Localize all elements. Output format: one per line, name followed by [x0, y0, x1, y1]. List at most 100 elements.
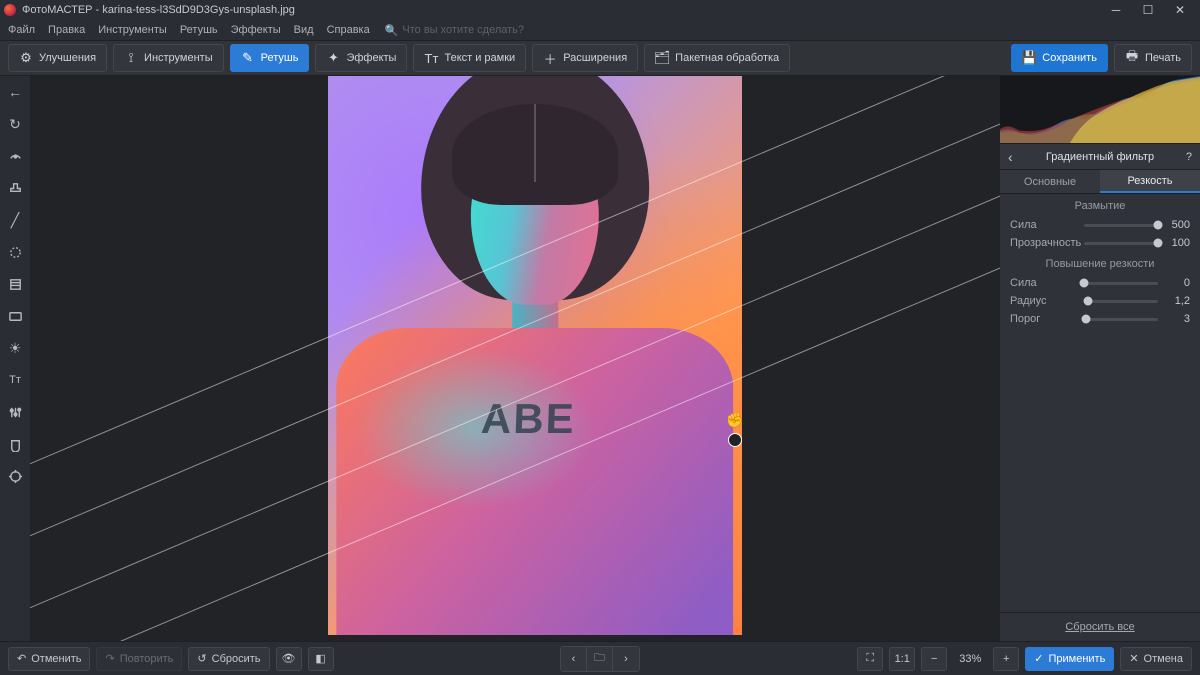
- undo-icon: ↶: [17, 652, 26, 665]
- text-icon: Tᴛ: [424, 51, 438, 65]
- gradient-handle[interactable]: [728, 433, 742, 447]
- close-button[interactable]: ✕: [1164, 0, 1196, 20]
- plus-icon: ＋: [543, 51, 557, 65]
- menu-effects[interactable]: Эффекты: [231, 24, 281, 36]
- redo-button[interactable]: ↷Повторить: [96, 647, 182, 671]
- panel-title: Градиентный фильтр: [1046, 151, 1154, 163]
- compare-button[interactable]: ◧: [308, 647, 334, 671]
- text-tool-icon[interactable]: Tᴛ: [5, 370, 25, 390]
- check-icon: ✓: [1034, 652, 1043, 665]
- save-button[interactable]: 💾Сохранить: [1011, 44, 1108, 72]
- folder-icon: 🗀: [594, 649, 605, 668]
- reset-all-link[interactable]: Сбросить все: [1000, 612, 1200, 641]
- reset-button[interactable]: ↺Сбросить: [188, 647, 269, 671]
- brush-icon: ✎: [241, 51, 255, 65]
- app-logo-icon: [4, 4, 16, 16]
- panel-header: ‹ Градиентный фильтр ?: [1000, 144, 1200, 170]
- menu-file[interactable]: Файл: [8, 24, 35, 36]
- slider-sharp-radius[interactable]: Радиус 1,2: [1000, 292, 1200, 310]
- tab-improve[interactable]: ⚙Улучшения: [8, 44, 107, 72]
- slider-sharp-threshold[interactable]: Порог 3: [1000, 310, 1200, 328]
- sparkle-icon: ✦: [326, 51, 340, 65]
- tab-tools[interactable]: ⟟Инструменты: [113, 44, 224, 72]
- menu-help[interactable]: Справка: [327, 24, 370, 36]
- histogram: [1000, 76, 1200, 144]
- section-blur-label: Размытие: [1000, 194, 1200, 216]
- menu-edit[interactable]: Правка: [48, 24, 85, 36]
- vignette-icon[interactable]: [5, 306, 25, 326]
- eye-icon: 👁: [282, 652, 296, 665]
- window-controls: ─ ☐ ✕: [1100, 0, 1196, 20]
- prev-image-button[interactable]: ‹: [561, 647, 587, 671]
- slider-sharp-strength[interactable]: Сила 0: [1000, 274, 1200, 292]
- minus-icon: −: [931, 653, 937, 665]
- menu-tools[interactable]: Инструменты: [98, 24, 167, 36]
- hand-cursor-icon: ✊: [726, 412, 743, 429]
- brush-tool-icon[interactable]: ╱: [5, 210, 25, 230]
- main-toolbar: ⚙Улучшения ⟟Инструменты ✎Ретушь ✦Эффекты…: [0, 40, 1200, 76]
- image-preview: ABE: [328, 76, 742, 635]
- file-name: karina-tess-l3SdD9D3Gys-unsplash.jpg: [102, 4, 295, 16]
- zoom-in-button[interactable]: +: [993, 647, 1019, 671]
- redo-icon: ↷: [105, 652, 114, 665]
- search-icon: 🔍: [385, 24, 399, 37]
- slider-blur-strength[interactable]: Сила 500: [1000, 216, 1200, 234]
- close-icon: ✕: [1129, 652, 1138, 665]
- left-toolbar: ← ↻ ╱ ☀ Tᴛ: [0, 76, 30, 641]
- shirt-graphic-text: ABE: [480, 395, 576, 443]
- compare-icon: ◧: [315, 652, 325, 665]
- canvas[interactable]: ABE ✊: [30, 76, 1000, 641]
- undo-button[interactable]: ↶Отменить: [8, 647, 90, 671]
- zoom-out-button[interactable]: −: [921, 647, 947, 671]
- search-placeholder: Что вы хотите сделать?: [402, 24, 524, 36]
- cancel-button[interactable]: ✕Отмена: [1120, 647, 1192, 671]
- fit-screen-button[interactable]: ⛶: [857, 647, 883, 671]
- stack-icon: 🗂: [655, 51, 669, 65]
- slider-blur-opacity[interactable]: Прозрачность 100: [1000, 234, 1200, 252]
- maximize-button[interactable]: ☐: [1132, 0, 1164, 20]
- zoom-level: 33%: [953, 653, 987, 665]
- menu-retouch[interactable]: Ретушь: [180, 24, 218, 36]
- nav-group: ‹ 🗀 ›: [560, 646, 640, 672]
- mask-icon[interactable]: [5, 434, 25, 454]
- stamp-icon[interactable]: [5, 178, 25, 198]
- panel-help-button[interactable]: ?: [1186, 151, 1192, 163]
- tab-effects[interactable]: ✦Эффекты: [315, 44, 407, 72]
- tab-text[interactable]: TᴛТекст и рамки: [413, 44, 526, 72]
- save-icon: 💾: [1022, 51, 1036, 65]
- tab-extensions[interactable]: ＋Расширения: [532, 44, 638, 72]
- gradient-filter-icon[interactable]: [5, 274, 25, 294]
- menubar: Файл Правка Инструменты Ретушь Эффекты В…: [0, 20, 1200, 40]
- crop-icon: ⟟: [124, 51, 138, 65]
- subtab-main[interactable]: Основные: [1000, 170, 1100, 193]
- minimize-button[interactable]: ─: [1100, 0, 1132, 20]
- actual-size-button[interactable]: 1:1: [889, 647, 915, 671]
- bottom-bar: ↶Отменить ↷Повторить ↺Сбросить 👁 ◧ ‹ 🗀 ›…: [0, 641, 1200, 675]
- expand-icon: ⛶: [866, 652, 874, 665]
- main-area: ← ↻ ╱ ☀ Tᴛ ABE: [0, 76, 1200, 641]
- browse-button[interactable]: 🗀: [587, 647, 613, 671]
- radial-filter-icon[interactable]: [5, 242, 25, 262]
- rotate-icon[interactable]: ↻: [5, 114, 25, 134]
- section-sharpen-label: Повышение резкости: [1000, 252, 1200, 274]
- healing-brush-icon[interactable]: [5, 146, 25, 166]
- tab-retouch[interactable]: ✎Ретушь: [230, 44, 310, 72]
- tab-batch[interactable]: 🗂Пакетная обработка: [644, 44, 790, 72]
- adjust-icon[interactable]: [5, 402, 25, 422]
- subtab-sharpness[interactable]: Резкость: [1100, 170, 1200, 193]
- app-name: ФотоМАСТЕР: [22, 4, 93, 16]
- target-icon[interactable]: [5, 466, 25, 486]
- sliders-icon: ⚙: [19, 51, 33, 65]
- apply-button[interactable]: ✓Применить: [1025, 647, 1114, 671]
- menu-view[interactable]: Вид: [294, 24, 314, 36]
- menu-search[interactable]: 🔍 Что вы хотите сделать?: [385, 24, 524, 37]
- print-button[interactable]: 🖶Печать: [1114, 44, 1192, 72]
- panel-back-button[interactable]: ‹: [1008, 149, 1013, 165]
- exposure-icon[interactable]: ☀: [5, 338, 25, 358]
- window-title: ФотоМАСТЕР - karina-tess-l3SdD9D3Gys-uns…: [22, 4, 295, 16]
- print-icon: 🖶: [1125, 51, 1139, 65]
- titlebar: ФотоМАСТЕР - karina-tess-l3SdD9D3Gys-uns…: [0, 0, 1200, 20]
- preview-toggle-button[interactable]: 👁: [276, 647, 302, 671]
- next-image-button[interactable]: ›: [613, 647, 639, 671]
- back-arrow-icon[interactable]: ←: [5, 82, 25, 102]
